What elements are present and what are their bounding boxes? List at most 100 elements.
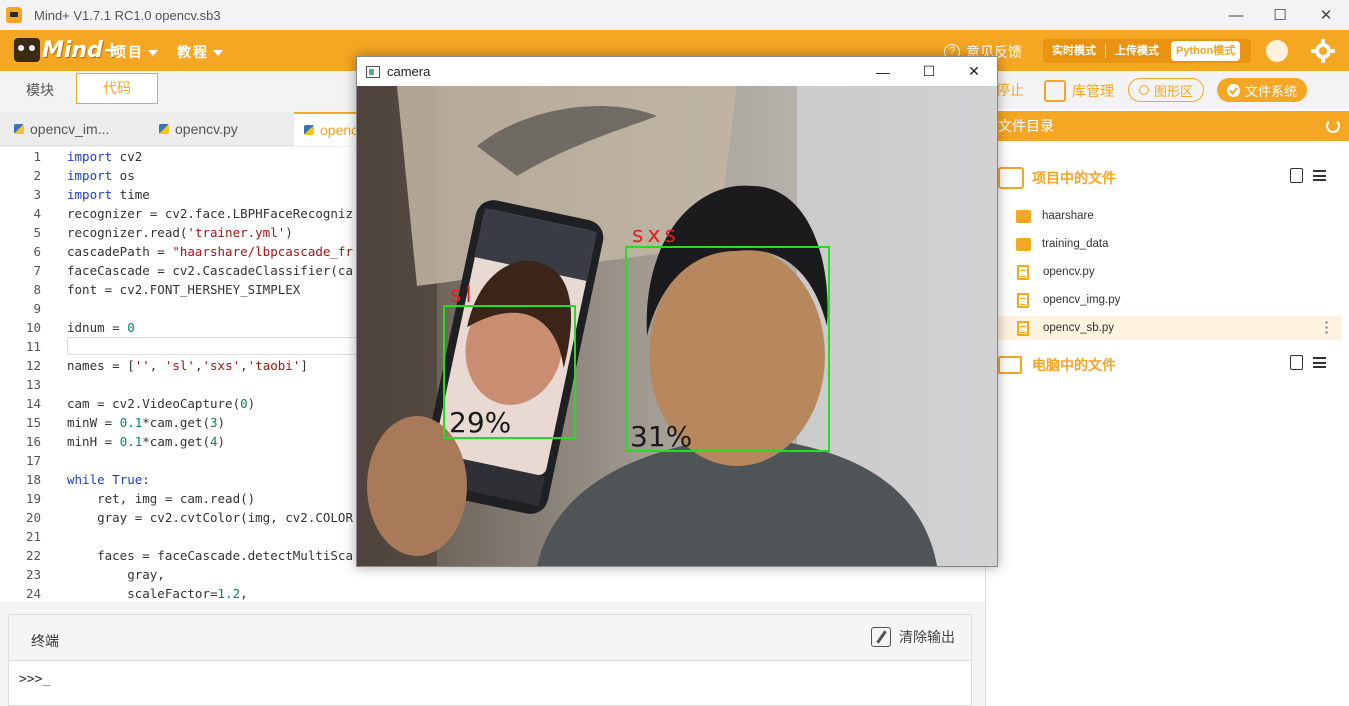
graphics-button[interactable]: 图形区 <box>1128 78 1205 102</box>
face-confidence-label: 29% <box>449 406 511 439</box>
stop-button[interactable]: 停止 <box>996 80 1024 100</box>
code-line[interactable]: 23 gray, <box>0 565 985 584</box>
filesystem-label: 文件系统 <box>1245 83 1298 99</box>
right-pane: 停止 库管理 图形区 文件系统 文件目录 项目中的文件 haarshare tra… <box>985 71 1349 706</box>
chevron-down-icon <box>148 50 158 57</box>
chevron-down-icon <box>213 50 223 57</box>
mindplus-app-icon <box>6 7 22 23</box>
line-number: 3 <box>33 187 41 202</box>
more-options-icon[interactable] <box>1325 320 1328 335</box>
python-file-icon <box>304 125 314 135</box>
library-manager-button[interactable]: 库管理 <box>1044 80 1114 102</box>
filesystem-button[interactable]: 文件系统 <box>1217 78 1308 102</box>
window-titlebar: Mind+ V1.7.1 RC1.0 opencv.sb3 <box>0 0 1349 30</box>
menu-project-label: 项目 <box>112 44 144 60</box>
file-tab-label: opencv.py <box>175 121 238 137</box>
terminal-prompt[interactable]: >>>_ <box>19 672 50 687</box>
file-directory-title: 文件目录 <box>998 118 1054 134</box>
menu-icon[interactable] <box>1313 170 1326 181</box>
add-file-icon[interactable] <box>1290 355 1303 370</box>
tab-code[interactable]: 代码 <box>76 73 158 104</box>
clear-output-button[interactable]: 清除输出 <box>871 627 955 647</box>
terminal-panel: 终端 清除输出 >>>_ <box>8 614 972 706</box>
line-number: 5 <box>33 225 41 240</box>
file-item-label: haarshare <box>1042 210 1094 222</box>
add-file-icon[interactable] <box>1290 168 1303 183</box>
file-item[interactable]: opencv.py <box>996 260 1342 284</box>
face-confidence-label: 31% <box>630 420 692 453</box>
code-text: minH = 0.1*cam.get(4) <box>67 434 226 449</box>
line-number: 20 <box>25 510 41 525</box>
line-number: 4 <box>33 206 41 221</box>
file-item[interactable]: haarshare <box>996 204 1342 228</box>
file-tab-label: openc <box>320 122 359 138</box>
mode-switch: 实时模式 上传模式 Python模式 <box>1043 39 1251 63</box>
file-tab[interactable]: opencv_im... <box>14 112 144 146</box>
code-text: recognizer.read('trainer.yml') <box>67 225 293 240</box>
file-item[interactable]: opencv_img.py <box>996 288 1342 312</box>
code-text: import time <box>67 187 150 202</box>
broom-icon <box>871 627 891 647</box>
menu-tutorial[interactable]: 教程 <box>177 42 223 62</box>
project-files-section[interactable]: 项目中的文件 <box>998 163 1338 193</box>
line-number: 9 <box>33 301 41 316</box>
code-text: ret, img = cam.read() <box>67 491 256 506</box>
mode-realtime[interactable]: 实时模式 <box>1043 39 1105 63</box>
camera-close-icon[interactable]: ✕ <box>951 57 997 86</box>
line-number: 11 <box>25 339 41 354</box>
code-text: names = ['', 'sl','sxs','taobi'] <box>67 358 308 373</box>
right-toolbar: 停止 库管理 图形区 文件系统 <box>986 71 1349 109</box>
user-avatar-icon[interactable] <box>1266 40 1288 62</box>
refresh-icon[interactable] <box>1326 119 1340 133</box>
line-number: 21 <box>25 529 41 544</box>
file-item-label: training_data <box>1042 238 1109 250</box>
file-item-label: opencv.py <box>1043 266 1095 278</box>
tab-blocks[interactable]: 模块 <box>26 80 54 100</box>
line-number: 2 <box>33 168 41 183</box>
camera-title: camera <box>387 64 431 79</box>
file-tab[interactable]: opencv.py <box>159 112 289 146</box>
face-name-label: sl <box>450 283 476 308</box>
mode-python[interactable]: Python模式 <box>1171 41 1241 61</box>
file-icon <box>1017 264 1029 280</box>
code-text: gray = cv2.cvtColor(img, cv2.COLOR <box>67 510 353 525</box>
file-item[interactable]: training_data <box>996 232 1342 256</box>
line-number: 23 <box>25 567 41 582</box>
line-number: 13 <box>25 377 41 392</box>
menu-tutorial-label: 教程 <box>177 44 209 60</box>
check-icon <box>1227 83 1240 97</box>
file-tab-active[interactable]: openc <box>294 112 364 146</box>
file-item[interactable]: opencv_sb.py <box>996 316 1342 340</box>
camera-feed: sl 29% sxs 31% <box>357 86 997 566</box>
minimize-icon[interactable]: — <box>1213 0 1259 30</box>
code-text: import cv2 <box>67 149 143 164</box>
file-icon <box>1017 292 1029 308</box>
maximize-icon[interactable]: ☐ <box>1257 0 1303 30</box>
python-file-icon <box>14 124 24 134</box>
line-number: 8 <box>33 282 41 297</box>
computer-files-section[interactable]: 电脑中的文件 <box>998 350 1338 380</box>
file-tab-label: opencv_im... <box>30 121 110 137</box>
code-text: cascadePath = "haarshare/lbpcascade_fr <box>67 244 353 259</box>
folder-list-icon <box>998 167 1024 189</box>
line-number: 10 <box>25 320 41 335</box>
menu-icon[interactable] <box>1313 357 1326 368</box>
close-icon[interactable]: ✕ <box>1303 0 1349 30</box>
face-name-label: sxs <box>632 223 680 248</box>
monitor-icon <box>998 356 1022 374</box>
line-number: 1 <box>33 149 41 164</box>
line-number: 6 <box>33 244 41 259</box>
mode-upload[interactable]: 上传模式 <box>1106 39 1168 63</box>
line-number: 24 <box>25 586 41 601</box>
camera-maximize-icon[interactable]: ☐ <box>906 57 952 86</box>
gear-icon[interactable] <box>1311 39 1335 63</box>
current-line-highlight <box>67 337 367 355</box>
computer-files-label: 电脑中的文件 <box>1032 357 1116 373</box>
code-text: idnum = 0 <box>67 320 135 335</box>
camera-titlebar[interactable]: camera — ☐ ✕ <box>357 57 997 86</box>
line-number: 15 <box>25 415 41 430</box>
menu-project[interactable]: 项目 <box>112 42 158 62</box>
code-line[interactable]: 24 scaleFactor=1.2, <box>0 584 985 603</box>
camera-minimize-icon[interactable]: — <box>860 57 906 86</box>
section-actions <box>1290 355 1326 370</box>
